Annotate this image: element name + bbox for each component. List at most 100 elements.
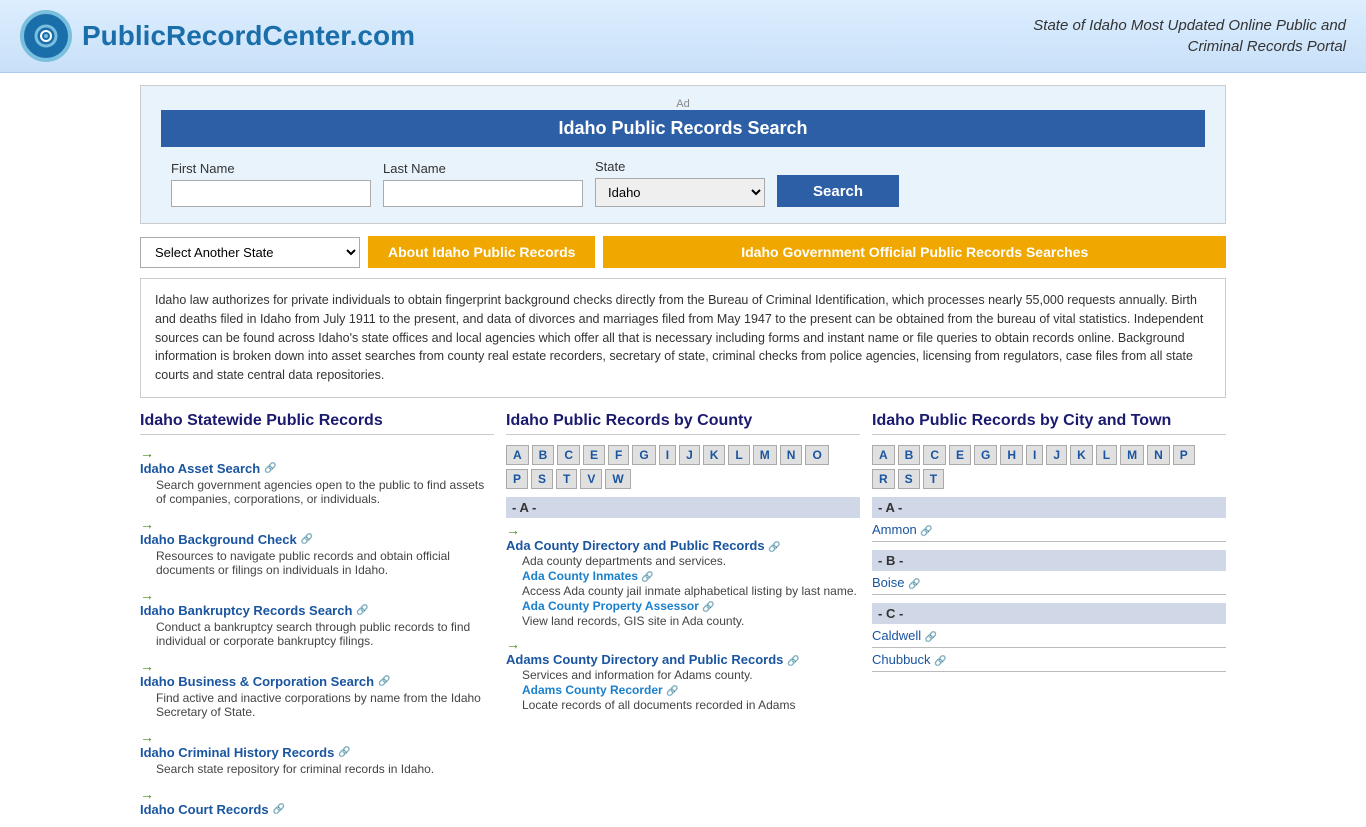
county-main-link[interactable]: Ada County Directory and Public Records … bbox=[506, 538, 860, 553]
county-sub-link[interactable]: Adams County Recorder 🔗 bbox=[522, 683, 678, 697]
search-fields: First Name Last Name State Idaho Search bbox=[161, 159, 1205, 207]
county-sub-link[interactable]: Ada County Inmates 🔗 bbox=[522, 569, 654, 583]
city-alpha-btn[interactable]: T bbox=[923, 469, 944, 489]
city-alpha-btn[interactable]: K bbox=[1070, 445, 1093, 465]
county-alpha-btn[interactable]: J bbox=[679, 445, 700, 465]
county-alpha-btn[interactable]: A bbox=[506, 445, 529, 465]
county-alpha-btn[interactable]: M bbox=[753, 445, 777, 465]
search-title-bar: Idaho Public Records Search bbox=[161, 110, 1205, 147]
logo-icon bbox=[20, 10, 72, 62]
county-main-link[interactable]: Adams County Directory and Public Record… bbox=[506, 652, 860, 667]
city-alpha-btn[interactable]: G bbox=[974, 445, 997, 465]
county-alpha-btn[interactable]: L bbox=[728, 445, 749, 465]
city-alpha-btn[interactable]: J bbox=[1046, 445, 1067, 465]
section-letter: - B - bbox=[872, 550, 1226, 571]
logo-area: PublicRecordCenter.com bbox=[20, 10, 415, 62]
arrow-icon: → bbox=[140, 729, 154, 745]
arrow-icon: → bbox=[140, 445, 154, 461]
statewide-link[interactable]: Idaho Background Check 🔗 bbox=[140, 532, 494, 547]
county-alpha-btn[interactable]: B bbox=[532, 445, 555, 465]
county-alpha-btn[interactable]: O bbox=[805, 445, 828, 465]
statewide-item: →Idaho Criminal History Records 🔗Search … bbox=[140, 729, 494, 776]
county-sub-entry: Ada County Property Assessor 🔗 bbox=[522, 599, 860, 613]
external-icon: 🔗 bbox=[908, 579, 920, 590]
statewide-item: →Idaho Background Check 🔗Resources to na… bbox=[140, 516, 494, 577]
county-alpha-btn[interactable]: S bbox=[531, 469, 553, 489]
last-name-input[interactable] bbox=[383, 180, 583, 207]
statewide-column: Idaho Statewide Public Records →Idaho As… bbox=[140, 412, 506, 827]
county-alpha-btn[interactable]: K bbox=[703, 445, 726, 465]
external-icon: 🔗 bbox=[666, 686, 678, 697]
county-entry: →Adams County Directory and Public Recor… bbox=[506, 636, 860, 712]
city-alpha-btn[interactable]: I bbox=[1026, 445, 1043, 465]
search-button[interactable]: Search bbox=[777, 175, 899, 207]
county-alpha-btn[interactable]: F bbox=[608, 445, 629, 465]
city-alpha-btn[interactable]: B bbox=[898, 445, 921, 465]
county-alpha-btn[interactable]: G bbox=[632, 445, 655, 465]
county-sub-desc: Access Ada county jail inmate alphabetic… bbox=[522, 584, 860, 598]
county-column: Idaho Public Records by County ABCEFGIJK… bbox=[506, 412, 872, 827]
city-alpha-btn[interactable]: N bbox=[1147, 445, 1170, 465]
county-alpha-btn[interactable]: E bbox=[583, 445, 605, 465]
county-alpha-btn[interactable]: C bbox=[557, 445, 580, 465]
section-letter: - C - bbox=[872, 603, 1226, 624]
city-separator bbox=[872, 594, 1226, 595]
county-alpha-btn[interactable]: W bbox=[605, 469, 630, 489]
city-alpha-btn[interactable]: S bbox=[898, 469, 920, 489]
statewide-item: →Idaho Court Records 🔗 bbox=[140, 786, 494, 817]
city-alpha-btn[interactable]: E bbox=[949, 445, 971, 465]
statewide-link[interactable]: Idaho Asset Search 🔗 bbox=[140, 461, 494, 476]
external-icon: 🔗 bbox=[925, 632, 937, 643]
statewide-item: →Idaho Asset Search 🔗 Search government a… bbox=[140, 445, 494, 506]
gov-button[interactable]: Idaho Government Official Public Records… bbox=[603, 236, 1226, 268]
city-title: Idaho Public Records by City and Town bbox=[872, 412, 1226, 435]
city-separator bbox=[872, 671, 1226, 672]
statewide-link[interactable]: Idaho Business & Corporation Search 🔗 bbox=[140, 674, 494, 689]
county-alpha-row2: PSTVW bbox=[506, 469, 860, 489]
city-section: - C - Caldwell 🔗 Chubbuck 🔗 bbox=[872, 603, 1226, 672]
county-alpha-btn[interactable]: I bbox=[659, 445, 676, 465]
city-alpha-btn[interactable]: R bbox=[872, 469, 895, 489]
statewide-link[interactable]: Idaho Bankruptcy Records Search 🔗 bbox=[140, 603, 494, 618]
county-main-desc: Ada county departments and services. bbox=[522, 554, 860, 568]
last-name-label: Last Name bbox=[383, 161, 583, 176]
city-link[interactable]: Chubbuck 🔗 bbox=[872, 652, 1226, 667]
statewide-desc: Search government agencies open to the p… bbox=[140, 478, 494, 506]
city-separator bbox=[872, 647, 1226, 648]
external-icon: 🔗 bbox=[301, 534, 313, 545]
arrow-icon: → bbox=[140, 658, 154, 674]
statewide-item: →Idaho Business & Corporation Search 🔗Fi… bbox=[140, 658, 494, 719]
county-alpha-btn[interactable]: T bbox=[556, 469, 577, 489]
statewide-link[interactable]: Idaho Court Records 🔗 bbox=[140, 802, 494, 817]
city-alpha-btn[interactable]: A bbox=[872, 445, 895, 465]
county-alpha-row1: ABCEFGIJKLMNO bbox=[506, 445, 860, 465]
arrow-icon: → bbox=[506, 522, 520, 538]
city-link[interactable]: Ammon 🔗 bbox=[872, 522, 1226, 537]
section-letter: - A - bbox=[872, 497, 1226, 518]
county-sub-entry: Adams County Recorder 🔗 bbox=[522, 683, 860, 697]
state-select-dropdown[interactable]: Select Another State bbox=[140, 237, 360, 268]
external-icon: 🔗 bbox=[787, 656, 799, 667]
city-alpha-btn[interactable]: P bbox=[1173, 445, 1195, 465]
city-link[interactable]: Caldwell 🔗 bbox=[872, 628, 1226, 643]
about-button[interactable]: About Idaho Public Records bbox=[368, 236, 595, 268]
state-select[interactable]: Idaho bbox=[595, 178, 765, 207]
last-name-group: Last Name bbox=[383, 161, 583, 207]
city-alpha-btn[interactable]: M bbox=[1120, 445, 1144, 465]
county-alpha-btn[interactable]: N bbox=[780, 445, 803, 465]
city-alpha-btn[interactable]: C bbox=[923, 445, 946, 465]
county-alpha-btn[interactable]: P bbox=[506, 469, 528, 489]
county-alpha-btn[interactable]: V bbox=[580, 469, 602, 489]
county-sub-link[interactable]: Ada County Property Assessor 🔗 bbox=[522, 599, 715, 613]
external-icon: 🔗 bbox=[920, 526, 932, 537]
city-link[interactable]: Boise 🔗 bbox=[872, 575, 1226, 590]
city-alpha-btn[interactable]: H bbox=[1000, 445, 1023, 465]
arrow-icon: → bbox=[140, 786, 154, 802]
city-column: Idaho Public Records by City and Town AB… bbox=[872, 412, 1226, 827]
statewide-link[interactable]: Idaho Criminal History Records 🔗 bbox=[140, 745, 494, 760]
arrow-icon: → bbox=[140, 516, 154, 532]
city-alpha-btn[interactable]: L bbox=[1096, 445, 1117, 465]
first-name-input[interactable] bbox=[171, 180, 371, 207]
city-alpha-row2: RST bbox=[872, 469, 1226, 489]
statewide-desc: Conduct a bankruptcy search through publ… bbox=[140, 620, 494, 648]
